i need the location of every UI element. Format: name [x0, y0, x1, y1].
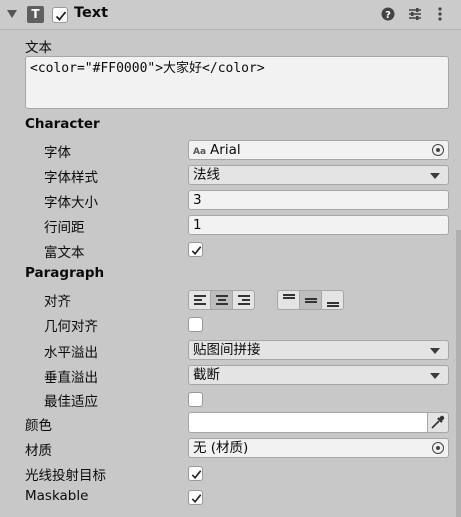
help-icon[interactable]: ?: [380, 6, 396, 22]
align-by-geometry-label: 几何对齐: [44, 319, 98, 335]
font-style-value: 法线: [193, 167, 220, 183]
color-field[interactable]: [188, 412, 449, 433]
scrollbar[interactable]: [456, 30, 461, 517]
font-style-label: 字体样式: [44, 170, 98, 186]
align-bottom-button[interactable]: [321, 290, 344, 310]
line-spacing-label: 行间距: [44, 220, 85, 236]
vertical-overflow-value: 截断: [193, 367, 220, 383]
component-title: Text: [74, 5, 109, 21]
align-by-geometry-checkbox[interactable]: [188, 317, 203, 332]
component-enabled-checkbox[interactable]: [52, 7, 68, 23]
horizontal-alignment-group: [188, 290, 255, 310]
color-swatch[interactable]: [188, 412, 428, 433]
vertical-overflow-label: 垂直溢出: [44, 370, 98, 386]
horizontal-overflow-dropdown[interactable]: 贴图间拼接: [188, 340, 449, 360]
text-input[interactable]: <color="#FF0000">大家好</color>: [25, 56, 449, 109]
vertical-overflow-dropdown[interactable]: 截断: [188, 365, 449, 385]
chevron-down-icon: [430, 373, 440, 379]
material-field[interactable]: 无 (材质): [188, 438, 449, 458]
font-value: Arial: [210, 142, 241, 158]
text-label: 文本: [25, 40, 52, 56]
paragraph-heading: Paragraph: [25, 265, 105, 281]
raycast-target-checkbox[interactable]: [188, 466, 203, 481]
foldout-arrow-icon[interactable]: [7, 10, 17, 18]
material-value: 无 (材质): [193, 440, 249, 456]
checkmark-icon: [191, 470, 202, 480]
font-size-input[interactable]: 3: [188, 190, 449, 210]
checkmark-icon: [191, 494, 202, 504]
inspector-panel: T Text ? 文本 <color="#FF0000">大家好</color>…: [0, 0, 461, 517]
checkmark-icon: [55, 11, 67, 21]
text-component-icon: T: [27, 6, 44, 23]
rich-text-checkbox[interactable]: [188, 242, 203, 257]
component-header[interactable]: T Text ?: [0, 0, 461, 30]
color-label: 颜色: [25, 418, 52, 434]
line-spacing-input[interactable]: 1: [188, 215, 449, 235]
align-top-button[interactable]: [277, 290, 300, 310]
font-size-label: 字体大小: [44, 195, 98, 211]
more-icon[interactable]: [432, 6, 448, 22]
best-fit-label: 最佳适应: [44, 394, 98, 410]
alignment-label: 对齐: [44, 294, 71, 310]
eyedropper-icon: [431, 415, 445, 429]
object-picker-icon[interactable]: [432, 442, 444, 454]
maskable-label: Maskable: [25, 488, 89, 504]
material-label: 材质: [25, 443, 52, 459]
font-label: 字体: [44, 145, 71, 161]
font-asset-icon: Aa: [193, 147, 207, 157]
align-left-button[interactable]: [188, 290, 211, 310]
scrollbar-thumb[interactable]: [456, 230, 461, 517]
presets-icon[interactable]: [407, 6, 423, 22]
object-picker-icon[interactable]: [432, 144, 444, 156]
font-style-dropdown[interactable]: 法线: [188, 165, 449, 185]
chevron-down-icon: [430, 348, 440, 354]
character-heading: Character: [25, 116, 100, 132]
svg-text:?: ?: [385, 10, 391, 21]
eyedropper-button[interactable]: [428, 412, 449, 433]
vertical-alignment-group: [277, 290, 344, 310]
best-fit-checkbox[interactable]: [188, 392, 203, 407]
maskable-checkbox[interactable]: [188, 490, 203, 505]
horizontal-overflow-value: 贴图间拼接: [193, 342, 261, 358]
rich-text-label: 富文本: [44, 245, 85, 261]
checkmark-icon: [191, 246, 202, 256]
align-right-button[interactable]: [232, 290, 255, 310]
align-middle-button[interactable]: [299, 290, 322, 310]
font-field[interactable]: Aa Arial: [188, 140, 449, 160]
chevron-down-icon: [430, 173, 440, 179]
raycast-target-label: 光线投射目标: [25, 468, 106, 484]
align-center-button[interactable]: [210, 290, 233, 310]
horizontal-overflow-label: 水平溢出: [44, 345, 98, 361]
